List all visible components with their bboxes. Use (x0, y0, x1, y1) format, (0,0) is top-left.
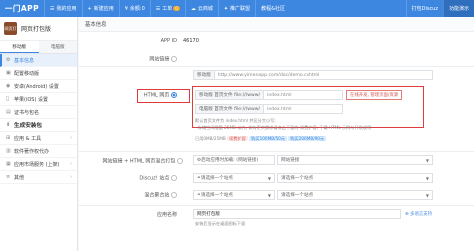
gear-icon: ⚙ (6, 57, 11, 63)
store-icon: ▦ (6, 161, 11, 167)
nav-tickets[interactable]: ☰ 工单 0 (149, 0, 185, 17)
web-link-row: 网站链接 (79, 54, 474, 63)
row-divider (79, 66, 474, 67)
app-icon: 网页打 (4, 22, 17, 35)
aggregate-radio[interactable] (171, 192, 177, 198)
sidebar-item-android[interactable]: ◉ 安卓(Android) 设置 (0, 80, 77, 93)
discuz-radio[interactable] (171, 175, 177, 181)
nav-pack-discuz[interactable]: 打包Discuz (405, 0, 443, 17)
mobile-icon: ▣ (6, 70, 11, 76)
section-title: 基本信息 (79, 17, 474, 32)
app-id-value: 46170 (183, 38, 199, 44)
quota-used: 已用0MB/25MB (195, 136, 226, 141)
sidebar-item-copyright[interactable]: ▥ 软件著作权代办 (0, 145, 77, 158)
web-link-radio[interactable] (171, 56, 177, 62)
nav-cloud-store[interactable]: ☁ 云商城 (184, 0, 218, 17)
app-header: 网页打 网页打包版 (0, 17, 77, 41)
row-divider (79, 205, 474, 206)
cloud-icon: ☁ (190, 5, 196, 12)
ticket-icon: ☰ (155, 5, 161, 12)
app-name: 网页打包版 (21, 26, 52, 33)
mix-site-select[interactable]: 网站链接 ▼ (277, 155, 433, 165)
android-icon: ◉ (6, 83, 11, 89)
app-id-label: APP ID (160, 38, 177, 44)
mix-label: 网站链接 + HTML 网页混合打包 (79, 158, 187, 165)
sidebar-item-tools[interactable]: ⊞ 应用 & 工具 › (0, 132, 77, 145)
mix-launch-select[interactable]: ⚙ 启动应用时加载: (网站链接) (193, 155, 275, 165)
mobile-index-tag: 移动版 首页文件 file:///www/ (196, 91, 265, 99)
nav-balance[interactable]: ¥ 余额:0 (118, 0, 150, 17)
document-icon: ▥ (6, 148, 11, 154)
chevron-down-icon: ▼ (425, 192, 429, 198)
row-divider (79, 151, 474, 152)
app-id-row: APP ID 46170 (79, 38, 474, 44)
plus-icon: + (87, 5, 92, 12)
top-nav: ☰ 我的应用 + 新建应用 ¥ 余额:0 ☰ 工单 0 ☁ 云商城 ✦ 推广联盟 教程&社区 … (44, 0, 474, 17)
grid-icon: ⊞ (6, 135, 11, 141)
tab-desktop[interactable]: 电脑版 (38, 41, 77, 53)
chevron-right-icon: › (70, 174, 72, 180)
renew-button[interactable]: 续费扩容 (227, 136, 248, 141)
sidebar-item-basic-info[interactable]: ⚙ 基本信息 (0, 54, 77, 67)
download-icon: ⬇ (6, 122, 11, 128)
chevron-down-icon: ▼ (267, 192, 271, 198)
chevron-down-icon: ▼ (267, 175, 271, 181)
sidebar-item-mobile-config[interactable]: ▣ 配置移动版 (0, 67, 77, 80)
mix-radio[interactable] (177, 158, 183, 164)
list-icon: ☰ (50, 5, 55, 12)
sidebar-item-ios[interactable]: 苹果(iOS) 设置 (0, 93, 77, 106)
desktop-index-input[interactable]: 电脑版 首页文件 file:///www/index.html (195, 104, 343, 114)
multilang-link[interactable]: ⊕ 多语言支持 (405, 211, 432, 217)
certificate-icon: ▤ (6, 109, 11, 115)
apple-icon:  (6, 96, 12, 102)
discuz-select-2[interactable]: 请选择一个站点 ▼ (277, 173, 433, 183)
brand-logo[interactable]: 一门APP (0, 0, 44, 17)
html-quota-row: 已用0MB/25MB 续费扩容 购买100MB/50元 购买200MB/90元 (195, 135, 327, 142)
main-panel: 基本信息 APP ID 46170 网站链接 移动版 http://www.yim… (79, 17, 474, 251)
web-link-label: 网站链接 (79, 54, 183, 63)
html-radio[interactable] (171, 92, 177, 98)
nav-my-apps[interactable]: ☰ 我的应用 (44, 0, 82, 17)
buy-200mb-button[interactable]: 购买200MB/90元 (288, 136, 327, 141)
nav-demo[interactable]: 功能演示 (442, 0, 474, 17)
yen-icon: ¥ (124, 5, 128, 12)
ticket-count-badge: 0 (173, 6, 180, 11)
aggregate-select-2[interactable]: 请选择一个站点 ▼ (277, 190, 433, 200)
chevron-down-icon: ▼ (425, 157, 429, 163)
app-name-hint: 安装后显示在桌面图标下面 (195, 221, 246, 226)
nav-affiliate[interactable]: ✦ 推广联盟 (217, 0, 255, 17)
html-hint-2: · 存储空间限额 25MB 以内, 如有更大需求请点击下面的 续费扩容, 下载 … (195, 125, 372, 130)
html-hint-1: 默认首页文件为 index.html 并区分大小写; (195, 118, 276, 123)
desktop-index-tag: 电脑版 首页文件 file:///www/ (196, 105, 265, 113)
menu-icon: ≡ (6, 174, 11, 180)
aggregate-select-1[interactable]: ⚭ 请选择一个站点 ▼ (193, 190, 275, 200)
platform-tabs: 移动版 电脑版 (0, 41, 77, 54)
sidebar-item-market[interactable]: ▦ 应用市场服务 (上架) › (0, 158, 77, 171)
nav-tutorials[interactable]: 教程&社区 (255, 0, 290, 17)
chevron-right-icon: › (70, 135, 72, 141)
nav-new-app[interactable]: + 新建应用 (81, 0, 119, 17)
web-link-tag: 移动版 (194, 71, 215, 79)
aggregate-label: 混合聚合站 (79, 192, 183, 199)
html-label: HTML 网页 (79, 92, 183, 99)
sidebar: 网页打 网页打包版 移动版 电脑版 ⚙ 基本信息 ▣ 配置移动版 ◉ 安卓(Andro… (0, 17, 78, 251)
sidebar-item-build[interactable]: ⬇ 生成安装包 (0, 119, 77, 132)
app-name-input[interactable]: 网页打包版 (193, 209, 401, 219)
chevron-down-icon: ▼ (425, 175, 429, 181)
web-link-input[interactable]: 移动版 http://www.yimenapp.com/doc/demo.csht… (193, 70, 433, 80)
top-navbar: 一门APP ☰ 我的应用 + 新建应用 ¥ 余额:0 ☰ 工单 0 ☁ 云商城 ✦ 推广联盟 … (0, 0, 474, 17)
discuz-label: Discuz! 站点 (79, 175, 183, 182)
online-dev-button[interactable]: 在线开发, 管理页面/资源 (346, 90, 403, 100)
app-name-label: 应用名称 (156, 212, 177, 218)
mobile-index-input[interactable]: 移动版 首页文件 file:///www/index.html (195, 90, 343, 100)
sidebar-item-certificate[interactable]: ▤ 证书与包名 (0, 106, 77, 119)
sidebar-item-other[interactable]: ≡ 其他 › (0, 171, 77, 184)
chevron-right-icon: › (70, 161, 72, 167)
buy-100mb-button[interactable]: 购买100MB/50元 (249, 136, 287, 141)
star-icon: ✦ (223, 5, 229, 12)
tab-mobile[interactable]: 移动版 (0, 41, 39, 53)
discuz-select-1[interactable]: ⚭ 请选择一个站点 ▼ (193, 173, 275, 183)
